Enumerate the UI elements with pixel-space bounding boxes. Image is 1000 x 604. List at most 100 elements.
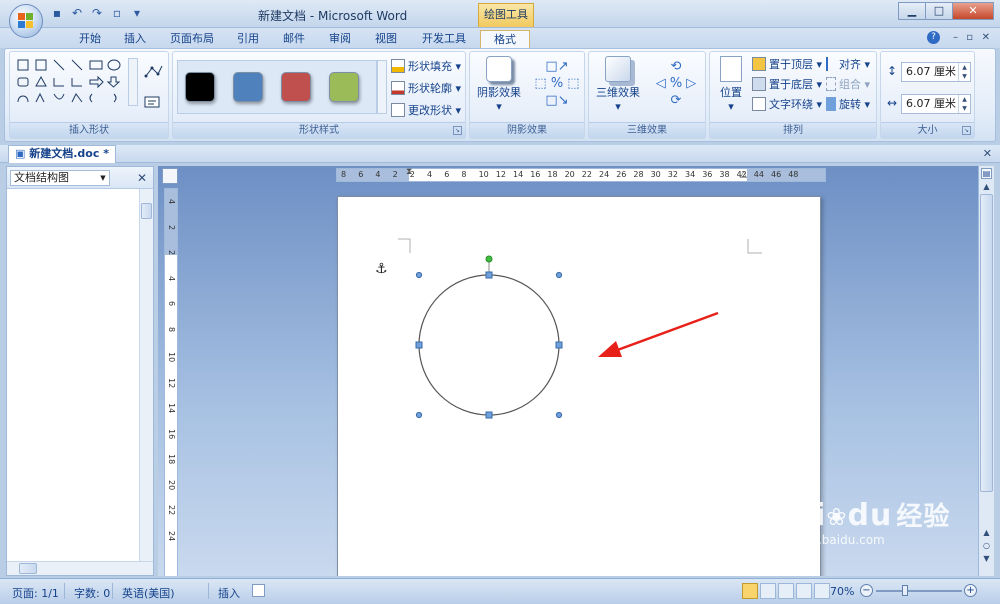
width-spinner[interactable]: ▲ ▼	[958, 95, 970, 113]
rotate-handle[interactable]	[485, 255, 493, 263]
document-tab[interactable]: ▣ 新建文档.doc *	[8, 145, 116, 163]
tab-review[interactable]: 审阅	[326, 30, 354, 48]
full-screen-view-icon[interactable]	[760, 583, 776, 599]
nav-view-select[interactable]: 文档结构图 ▼	[10, 170, 110, 186]
shapes-gallery-scroll[interactable]	[128, 58, 138, 106]
tab-references[interactable]: 引用	[234, 30, 262, 48]
wrap-text-button[interactable]: 文字环绕 ▾	[752, 96, 822, 112]
group-button[interactable]: 组合 ▾	[826, 76, 870, 92]
shape-outline-label: 形状轮廓	[408, 82, 452, 95]
macro-record-icon[interactable]	[252, 584, 265, 597]
3d-tilt-buttons[interactable]: ⟲ ◁ % ▷ ⟳	[649, 58, 703, 112]
office-button[interactable]	[9, 4, 43, 38]
shadow-nudge-buttons[interactable]: □↗ ⬚ % ⬚ □↘	[532, 58, 582, 112]
outline-view-icon[interactable]	[796, 583, 812, 599]
3d-effects-button[interactable]: 三维效果 ▾	[591, 56, 645, 113]
redo-icon[interactable]: ↷	[90, 6, 104, 20]
document-scroll-thumb[interactable]	[980, 194, 993, 492]
nav-pane-hscroll-thumb[interactable]	[19, 563, 37, 574]
zoom-slider[interactable]	[876, 585, 962, 596]
indent-marker-icon[interactable]: ⧗	[406, 167, 412, 177]
right-indent-marker-icon[interactable]: △	[740, 170, 747, 180]
language[interactable]: 英语(美国)	[122, 585, 175, 601]
circle-shape[interactable]	[418, 274, 560, 416]
resize-handle-top[interactable]	[485, 271, 493, 279]
customize-qat-icon[interactable]: ▾	[130, 6, 144, 20]
zoom-slider-thumb[interactable]	[902, 585, 908, 596]
tab-insert[interactable]: 插入	[120, 30, 150, 48]
resize-handle-top-right[interactable]	[555, 271, 563, 279]
close-nav-pane-icon[interactable]: ✕	[137, 171, 147, 185]
edit-shape-icon[interactable]	[144, 64, 164, 80]
style-gallery-scroll[interactable]	[377, 60, 387, 114]
zoom-out-icon[interactable]: −	[860, 584, 873, 597]
horizontal-ruler[interactable]: 8 6 4 2 2 4 6 8 10 12 14 16 18 20 22 24 26 28 30 32 34 36 38 42…	[336, 167, 826, 182]
shapes-gallery[interactable]	[16, 58, 126, 108]
tab-home[interactable]: 开始	[76, 30, 104, 48]
doc-close-icon[interactable]: ✕	[982, 32, 990, 43]
width-icon: ↔	[887, 96, 898, 110]
browse-object-buttons[interactable]: ▲ ○ ▼	[981, 526, 992, 565]
shape-width-input[interactable]: 6.07 厘米 ▲ ▼	[901, 94, 971, 114]
bring-to-front-button[interactable]: 置于顶层 ▾	[752, 56, 822, 72]
resize-handle-bottom-left[interactable]	[415, 411, 423, 419]
print-layout-view-icon[interactable]	[742, 583, 758, 599]
shape-height-input[interactable]: 6.07 厘米 ▲ ▼	[901, 62, 971, 82]
align-button[interactable]: 对齐 ▾	[826, 56, 870, 72]
tab-format[interactable]: 格式	[480, 30, 530, 48]
tab-developer[interactable]: 开发工具	[418, 30, 470, 48]
resize-handle-left[interactable]	[415, 341, 423, 349]
shape-style-swatch-blue[interactable]	[233, 72, 263, 102]
nav-pane-scroll-thumb[interactable]	[141, 203, 152, 219]
minimize-button[interactable]: ▁	[898, 2, 926, 20]
shape-style-swatch-green[interactable]	[329, 72, 359, 102]
document-vscrollbar[interactable]: ▤ ▲ ▲ ○ ▼	[978, 166, 994, 576]
zoom-in-icon[interactable]: +	[964, 584, 977, 597]
nav-pane-hscrollbar[interactable]	[7, 561, 153, 575]
change-shape-button[interactable]: 更改形状 ▾	[391, 102, 461, 118]
tab-selector-icon[interactable]	[162, 168, 178, 184]
maximize-button[interactable]: □	[925, 2, 953, 20]
ribbon-tab-bar: 开始 插入 页面布局 引用 邮件 审阅 视图 开发工具 格式 ? – ▫ ✕	[0, 28, 1000, 48]
ruler-toggle-icon[interactable]: ▤	[981, 168, 992, 179]
tab-view[interactable]: 视图	[372, 30, 400, 48]
doc-minimize-icon[interactable]: –	[953, 32, 958, 43]
resize-handle-top-left[interactable]	[415, 271, 423, 279]
zoom-level[interactable]: 70%	[830, 585, 854, 598]
draft-view-icon[interactable]	[814, 583, 830, 599]
web-layout-view-icon[interactable]	[778, 583, 794, 599]
resize-handle-bottom[interactable]	[485, 411, 493, 419]
vruler-tick-label: 2	[167, 250, 176, 256]
save-icon[interactable]: ▪	[50, 6, 64, 20]
tab-mailings[interactable]: 邮件	[280, 30, 308, 48]
rotate-button[interactable]: 旋转 ▾	[826, 96, 870, 112]
height-spinner[interactable]: ▲ ▼	[958, 63, 970, 81]
shape-style-swatch-red[interactable]	[281, 72, 311, 102]
resize-handle-right[interactable]	[555, 341, 563, 349]
shape-styles-launcher-icon[interactable]: ↘	[453, 126, 462, 135]
vertical-ruler[interactable]: 4 2 2 4 6 8 10 12 14 16 18 20 22 24	[164, 188, 178, 576]
shape-fill-button[interactable]: 形状填充 ▾	[391, 58, 461, 74]
resize-handle-bottom-right[interactable]	[555, 411, 563, 419]
page-count[interactable]: 页面: 1/1	[12, 585, 59, 601]
position-button[interactable]: 位置 ▾	[714, 56, 748, 113]
word-count[interactable]: 字数: 0	[74, 585, 110, 601]
close-document-icon[interactable]: ✕	[983, 147, 992, 160]
size-launcher-icon[interactable]: ↘	[962, 126, 971, 135]
document-page[interactable]: ⚓	[337, 196, 821, 576]
print-preview-icon[interactable]: ▫	[110, 6, 124, 20]
undo-icon[interactable]: ↶	[70, 6, 84, 20]
text-box-icon[interactable]	[144, 96, 160, 108]
scroll-up-icon[interactable]: ▲	[981, 182, 992, 192]
send-back-icon	[752, 77, 766, 91]
shadow-effects-button[interactable]: 阴影效果 ▾	[472, 56, 526, 113]
send-to-back-button[interactable]: 置于底层 ▾	[752, 76, 822, 92]
help-icon[interactable]: ?	[927, 31, 940, 44]
insert-mode[interactable]: 插入	[218, 585, 240, 601]
nav-pane-scrollbar[interactable]	[139, 189, 153, 561]
doc-restore-icon[interactable]: ▫	[966, 32, 973, 43]
shape-outline-button[interactable]: 形状轮廓 ▾	[391, 80, 461, 96]
shape-style-swatch-black[interactable]	[185, 72, 215, 102]
tab-page-layout[interactable]: 页面布局	[168, 30, 216, 48]
close-button[interactable]: ✕	[952, 2, 994, 20]
